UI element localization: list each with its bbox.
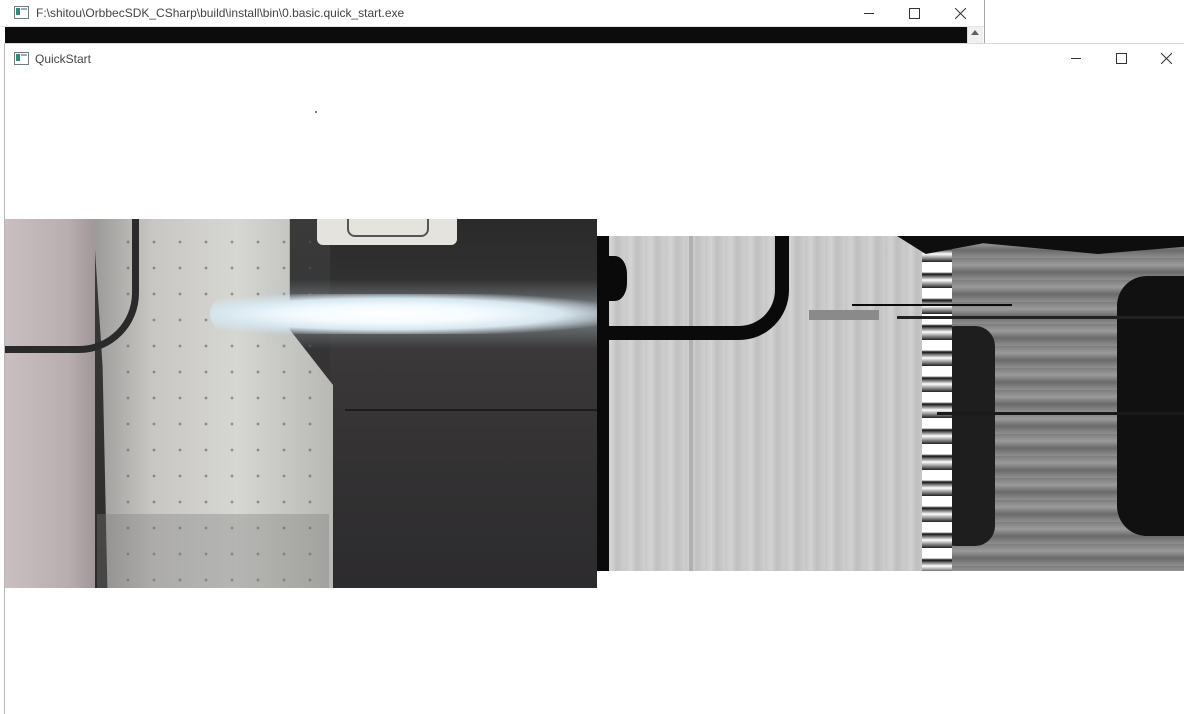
console-minimize-button[interactable] (846, 0, 892, 26)
scroll-up-arrow-icon[interactable] (971, 30, 979, 35)
console-maximize-button[interactable] (891, 0, 937, 26)
console-close-button[interactable] (937, 0, 983, 26)
console-window: F:\shitou\OrbbecSDK_CSharp\build\install… (0, 0, 985, 44)
close-icon (1160, 52, 1172, 64)
pixel-speck (315, 111, 317, 113)
minimize-icon (1071, 58, 1081, 59)
depth-stream-view (597, 236, 1184, 571)
maximize-icon (1115, 52, 1127, 64)
minimize-icon (864, 13, 874, 14)
close-icon (954, 7, 966, 19)
quickstart-maximize-button[interactable] (1098, 45, 1144, 71)
console-output-area[interactable] (5, 27, 967, 44)
color-stream-view (5, 219, 597, 588)
app-window-icon (14, 6, 29, 19)
quickstart-window: QuickStart (4, 43, 1184, 714)
quickstart-minimize-button[interactable] (1053, 45, 1099, 71)
console-titlebar[interactable]: F:\shitou\OrbbecSDK_CSharp\build\install… (0, 0, 984, 27)
quickstart-window-title: QuickStart (35, 52, 92, 66)
console-window-title: F:\shitou\OrbbecSDK_CSharp\build\install… (36, 6, 405, 20)
quickstart-close-button[interactable] (1143, 45, 1184, 71)
app-window-icon (14, 52, 29, 65)
console-scrollbar[interactable] (967, 27, 983, 44)
quickstart-titlebar[interactable]: QuickStart (5, 44, 1184, 72)
maximize-icon (908, 7, 920, 19)
